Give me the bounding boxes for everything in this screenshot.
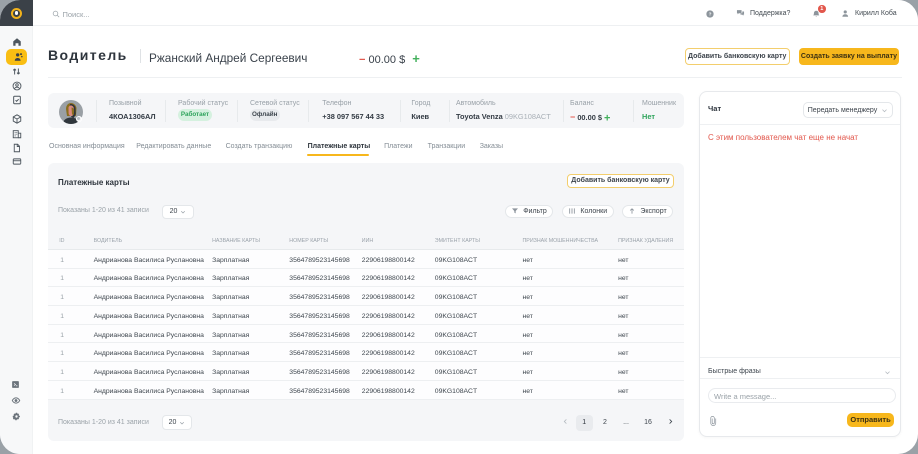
svg-text:?: ?: [708, 11, 711, 16]
